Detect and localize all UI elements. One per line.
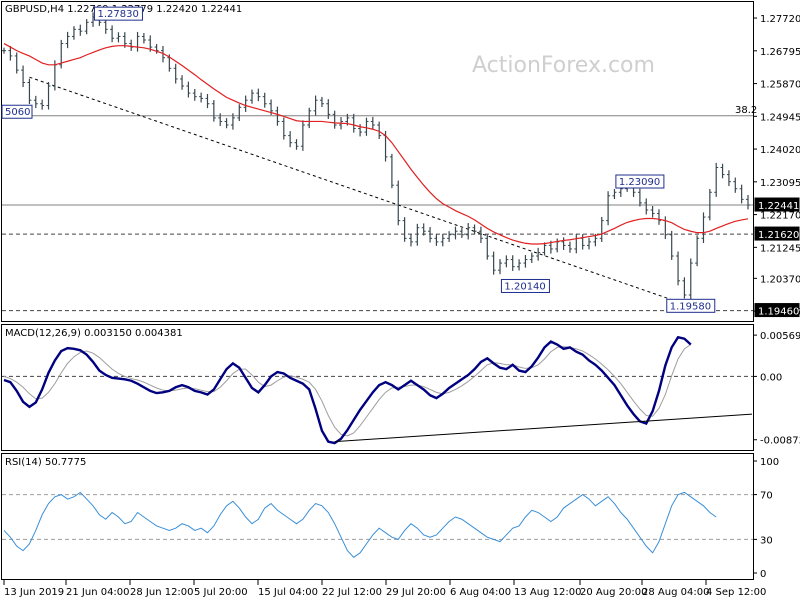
x-tick-label: 29 Jul 20:00 — [386, 587, 446, 598]
x-tick-label: 21 Jun 04:00 — [66, 587, 130, 598]
price-annotation: 5060 — [1, 104, 33, 119]
price-tag-text: 1.19460 — [758, 307, 799, 318]
y-tick-label: 1.26795 — [760, 47, 800, 58]
y-tick-label: 0 — [760, 569, 766, 580]
annotation-text: 1.23090 — [619, 177, 660, 188]
x-tick-label: 4 Sep 12:00 — [706, 587, 766, 598]
x-tick-label: 28 Jun 12:00 — [130, 587, 194, 598]
y-tick-label: 1.23095 — [760, 178, 800, 189]
rsi-panel — [1, 453, 754, 580]
price-panel — [1, 1, 754, 322]
price-annotation: 1.27830 — [93, 6, 143, 21]
y-tick-label: 30 — [760, 535, 773, 546]
x-tick-label: 28 Aug 04:00 — [642, 587, 709, 598]
rsi-header: RSI(14) 50.7775 — [5, 457, 86, 468]
y-axis: 1.27720 1.26795 1.25870 1.24945 1.24020 1.230… — [753, 14, 800, 580]
y-tick-label: 1.21245 — [760, 243, 800, 254]
x-axis: 13 Jun 2019 21 Jun 04:00 28 Jun 12:00 5 Jul… — [3, 580, 766, 598]
y-tick-label: 100 — [760, 457, 779, 468]
annotation-text: 1.20140 — [504, 281, 545, 292]
x-tick-label: 13 Jun 2019 — [4, 587, 64, 598]
y-tick-label: 1.24020 — [760, 145, 800, 156]
y-tick-label: 1.20370 — [760, 274, 800, 285]
price-tag: 1.21620 — [754, 226, 800, 241]
price-annotation: 1.23090 — [615, 174, 665, 189]
y-tick-label: 70 — [760, 491, 773, 502]
y-tick-label: -0.008737 — [760, 436, 800, 447]
price-tag-text: 1.22441 — [758, 201, 799, 212]
x-tick-label: 20 Aug 20:00 — [580, 587, 647, 598]
annotation-text: 1.27830 — [97, 9, 138, 20]
fib-level-label: 38.2 — [735, 105, 757, 116]
price-tag-text: 1.21620 — [758, 230, 799, 241]
gbpusd-h4-chart: ActionForex.com GBPUSD,H4 1.22769 1.2277… — [1, 1, 800, 598]
y-tick-label: 0.00 — [760, 372, 782, 383]
macd-header: MACD(12,26,9) 0.003150 0.004381 — [5, 328, 183, 339]
y-tick-label: 0.005694 — [760, 331, 800, 342]
y-tick-label: 1.27720 — [760, 14, 800, 25]
x-tick-label: 6 Aug 04:00 — [450, 587, 511, 598]
y-tick-label: 1.24945 — [760, 112, 800, 123]
annotation-text: 1.19580 — [670, 301, 711, 312]
price-annotation: 1.20140 — [500, 278, 550, 293]
watermark: ActionForex.com — [472, 53, 655, 78]
price-tag: 1.19460 — [754, 303, 800, 318]
x-tick-label: 15 Jul 04:00 — [258, 587, 318, 598]
annotation-text: 5060 — [5, 107, 30, 118]
y-tick-label: 1.22170 — [760, 211, 800, 222]
x-tick-label: 22 Jul 12:00 — [322, 587, 382, 598]
price-annotation: 1.19580 — [666, 298, 716, 313]
x-tick-label: 13 Aug 12:00 — [514, 587, 581, 598]
price-tag: 1.22441 — [754, 197, 800, 212]
x-tick-label: 5 Jul 20:00 — [194, 587, 248, 598]
y-tick-label: 1.25870 — [760, 80, 800, 91]
